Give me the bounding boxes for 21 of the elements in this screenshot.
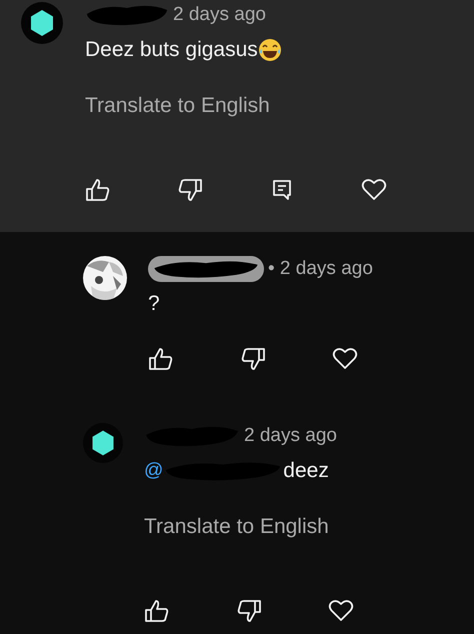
avatar-icon — [21, 2, 63, 44]
comment-text: deez — [283, 459, 329, 483]
comment-time: • 2 days ago — [268, 258, 373, 280]
mention-link[interactable]: @ — [144, 460, 164, 482]
thumbs-up-icon[interactable] — [85, 178, 111, 202]
translate-link[interactable]: Translate to English — [85, 91, 270, 121]
heart-icon[interactable] — [332, 347, 358, 371]
laughing-emoji-icon — [258, 38, 282, 62]
comment-text: Deez buts gigasus — [85, 38, 258, 62]
thumbs-down-icon[interactable] — [177, 178, 203, 202]
comment-time: 2 days ago — [173, 4, 266, 26]
comment-text: ? — [148, 292, 160, 316]
thumbs-up-icon[interactable] — [148, 347, 174, 371]
thumbs-down-icon[interactable] — [240, 347, 266, 371]
heart-icon[interactable] — [361, 178, 387, 202]
comment-icon[interactable] — [272, 178, 292, 202]
translate-link[interactable]: Translate to English — [144, 512, 329, 542]
comment-time: 2 days ago — [244, 425, 337, 447]
thumbs-up-icon[interactable] — [144, 599, 170, 623]
heart-icon[interactable] — [328, 599, 354, 623]
thumbs-down-icon[interactable] — [236, 599, 262, 623]
